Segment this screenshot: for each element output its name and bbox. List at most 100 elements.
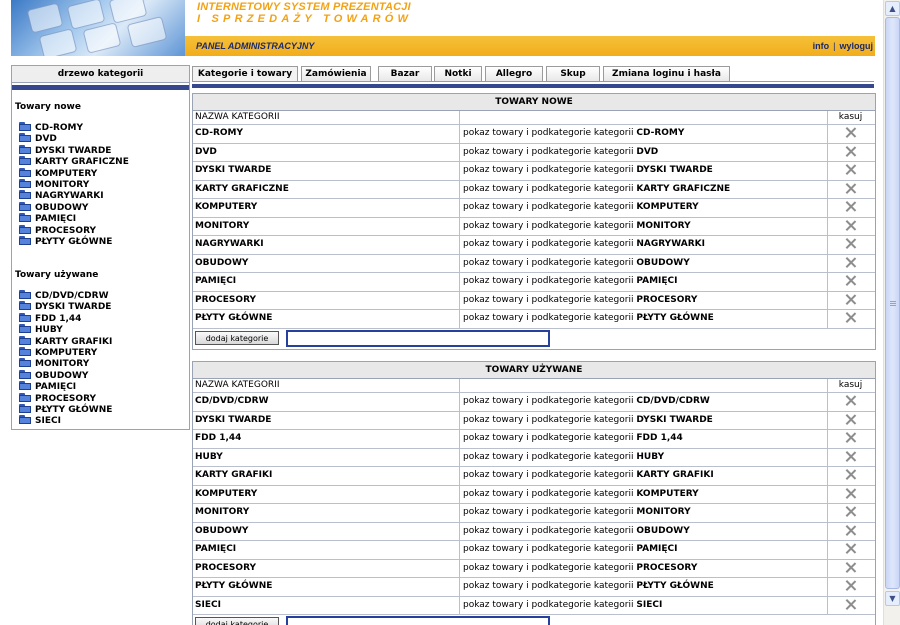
table-row: KOMPUTERY pokaz towary i podkategorie kat… (193, 199, 875, 218)
tree-item-karty-grafiki[interactable]: KARTY GRAFIKI (15, 335, 112, 347)
tree-item-procesory[interactable]: PROCESORY (15, 392, 112, 404)
system-title: INTERNETOWY SYSTEM PREZENTACJI I SPRZEDA… (185, 0, 875, 36)
show-category-link[interactable]: pokaz towary i podkategorie kategorii NA… (461, 236, 828, 254)
delete-x-icon[interactable] (845, 506, 856, 517)
tree-item-karty-graficzne[interactable]: KARTY GRAFICZNE (15, 156, 129, 167)
tab-zamowienia[interactable]: Zamówienia (301, 66, 371, 81)
logout-link[interactable]: wyloguj (840, 41, 874, 51)
delete-x-icon[interactable] (845, 146, 856, 157)
delete-x-icon[interactable] (845, 127, 856, 138)
tree-item-komputery[interactable]: KOMPUTERY (15, 167, 129, 179)
tree-item-label: NAGRYWARKI (35, 191, 104, 202)
delete-x-icon[interactable] (845, 432, 856, 443)
tree-item-label: CD/DVD/CDRW (35, 291, 109, 301)
category-name: DYSKI TWARDE (195, 162, 460, 180)
add-category-button[interactable]: dodaj kategorie (195, 330, 279, 345)
scroll-up-arrow-icon[interactable]: ▲ (885, 1, 900, 16)
show-category-link[interactable]: pokaz towary i podkategorie kategorii SI… (461, 596, 828, 614)
show-category-link[interactable]: pokaz towary i podkategorie kategorii PA… (461, 541, 828, 559)
tab-bazar[interactable]: Bazar (378, 66, 432, 81)
tree-item-plyty-glowne[interactable]: PŁYTY GŁÓWNE (15, 403, 112, 415)
tree-item-monitory[interactable]: MONITORY (15, 358, 112, 369)
show-category-link-prefix: pokaz towary i podkategorie kategorii (463, 165, 634, 175)
show-category-link[interactable]: pokaz towary i podkategorie kategorii KO… (461, 485, 828, 503)
tree-item-monitory[interactable]: MONITORY (15, 178, 129, 190)
delete-x-icon[interactable] (845, 294, 856, 305)
scrollbar-thumb[interactable] (885, 17, 900, 589)
delete-x-icon[interactable] (845, 164, 856, 175)
show-category-link-name: PAMIĘCI (636, 544, 678, 554)
tree-item-huby[interactable]: HUBY (15, 324, 112, 335)
delete-x-icon[interactable] (845, 469, 856, 480)
show-category-link[interactable]: pokaz towary i podkategorie kategorii HU… (461, 448, 828, 466)
vertical-scrollbar[interactable]: ▲ ▼ (883, 0, 900, 625)
tree-item-dyski-twarde[interactable]: DYSKI TWARDE (15, 301, 112, 312)
tab-kategorie-i-towary[interactable]: Kategorie i towary (192, 66, 298, 81)
delete-x-icon[interactable] (845, 543, 856, 554)
new-category-input[interactable] (286, 329, 550, 347)
delete-x-icon[interactable] (845, 580, 856, 591)
tree-item-dvd[interactable]: DVD (15, 133, 129, 144)
delete-x-icon[interactable] (845, 183, 856, 194)
show-category-link[interactable]: pokaz towary i podkategorie kategorii MO… (461, 217, 828, 235)
show-category-link[interactable]: pokaz towary i podkategorie kategorii KA… (461, 180, 828, 198)
delete-cell (826, 125, 875, 143)
show-category-link[interactable]: pokaz towary i podkategorie kategorii CD… (461, 393, 828, 411)
delete-x-icon[interactable] (845, 414, 856, 425)
show-category-link[interactable]: pokaz towary i podkategorie kategorii PR… (461, 291, 828, 309)
show-category-link[interactable]: pokaz towary i podkategorie kategorii PR… (461, 559, 828, 577)
tree-item-obudowy[interactable]: OBUDOWY (15, 201, 129, 213)
tree-item-cd-romy[interactable]: CD-ROMY (15, 122, 129, 133)
tab-allegro[interactable]: Allegro (485, 66, 543, 81)
delete-x-icon[interactable] (845, 275, 856, 286)
delete-x-icon[interactable] (845, 220, 856, 231)
tree-item-fdd-1-44[interactable]: FDD 1,44 (15, 312, 112, 324)
show-category-link[interactable]: pokaz towary i podkategorie kategorii MO… (461, 504, 828, 522)
show-category-link[interactable]: pokaz towary i podkategorie kategorii CD… (461, 125, 828, 143)
tree-item-plyty-glowne[interactable]: PŁYTY GŁÓWNE (15, 235, 129, 247)
add-category-button[interactable]: dodaj kategorie (195, 617, 279, 625)
tab-notki[interactable]: Notki (434, 66, 482, 81)
new-category-input[interactable] (286, 616, 550, 625)
delete-x-icon[interactable] (845, 599, 856, 610)
tree-item-pamieci[interactable]: PAMIĘCI (15, 213, 129, 224)
tab-zmiana-loginu[interactable]: Zmiana loginu i hasła (603, 66, 730, 81)
show-category-link[interactable]: pokaz towary i podkategorie kategorii OB… (461, 522, 828, 540)
show-category-link[interactable]: pokaz towary i podkategorie kategorii PA… (461, 273, 828, 291)
tab-skup[interactable]: Skup (546, 66, 600, 81)
delete-x-icon[interactable] (845, 562, 856, 573)
show-category-link[interactable]: pokaz towary i podkategorie kategorii DV… (461, 143, 828, 161)
delete-x-icon[interactable] (845, 238, 856, 249)
tree-item-obudowy[interactable]: OBUDOWY (15, 369, 112, 381)
tree-item-pamieci[interactable]: PAMIĘCI (15, 381, 112, 392)
delete-x-icon[interactable] (845, 395, 856, 406)
show-category-link[interactable]: pokaz towary i podkategorie kategorii PŁ… (461, 310, 828, 328)
category-name: PŁYTY GŁÓWNE (195, 310, 460, 328)
delete-x-icon[interactable] (845, 525, 856, 536)
show-category-link[interactable]: pokaz towary i podkategorie kategorii FD… (461, 430, 828, 448)
show-category-link-name: CD-ROMY (636, 128, 685, 138)
scroll-down-arrow-icon[interactable]: ▼ (885, 591, 900, 606)
delete-x-icon[interactable] (845, 488, 856, 499)
tree-item-dyski-twarde[interactable]: DYSKI TWARDE (15, 144, 129, 156)
show-category-link[interactable]: pokaz towary i podkategorie kategorii OB… (461, 254, 828, 272)
show-category-link[interactable]: pokaz towary i podkategorie kategorii KA… (461, 467, 828, 485)
show-category-link-prefix: pokaz towary i podkategorie kategorii (463, 276, 634, 286)
show-category-link-prefix: pokaz towary i podkategorie kategorii (463, 128, 634, 138)
show-category-link[interactable]: pokaz towary i podkategorie kategorii DY… (461, 162, 828, 180)
delete-x-icon[interactable] (845, 312, 856, 323)
delete-x-icon[interactable] (845, 257, 856, 268)
show-category-link[interactable]: pokaz towary i podkategorie kategorii DY… (461, 411, 828, 429)
delete-x-icon[interactable] (845, 201, 856, 212)
show-category-link[interactable]: pokaz towary i podkategorie kategorii KO… (461, 199, 828, 217)
show-category-link[interactable]: pokaz towary i podkategorie kategorii PŁ… (461, 578, 828, 596)
info-link[interactable]: info (813, 41, 830, 51)
tree-item-procesory[interactable]: PROCESORY (15, 224, 129, 236)
delete-cell (826, 597, 875, 615)
category-name: KARTY GRAFICZNE (195, 180, 460, 198)
tree-item-cd-dvd-cdrw[interactable]: CD/DVD/CDRW (15, 290, 112, 301)
tree-item-komputery[interactable]: KOMPUTERY (15, 346, 112, 358)
delete-x-icon[interactable] (845, 451, 856, 462)
tree-item-sieci[interactable]: SIECI (15, 415, 112, 426)
tree-item-nagrywarki[interactable]: NAGRYWARKI (15, 190, 129, 201)
